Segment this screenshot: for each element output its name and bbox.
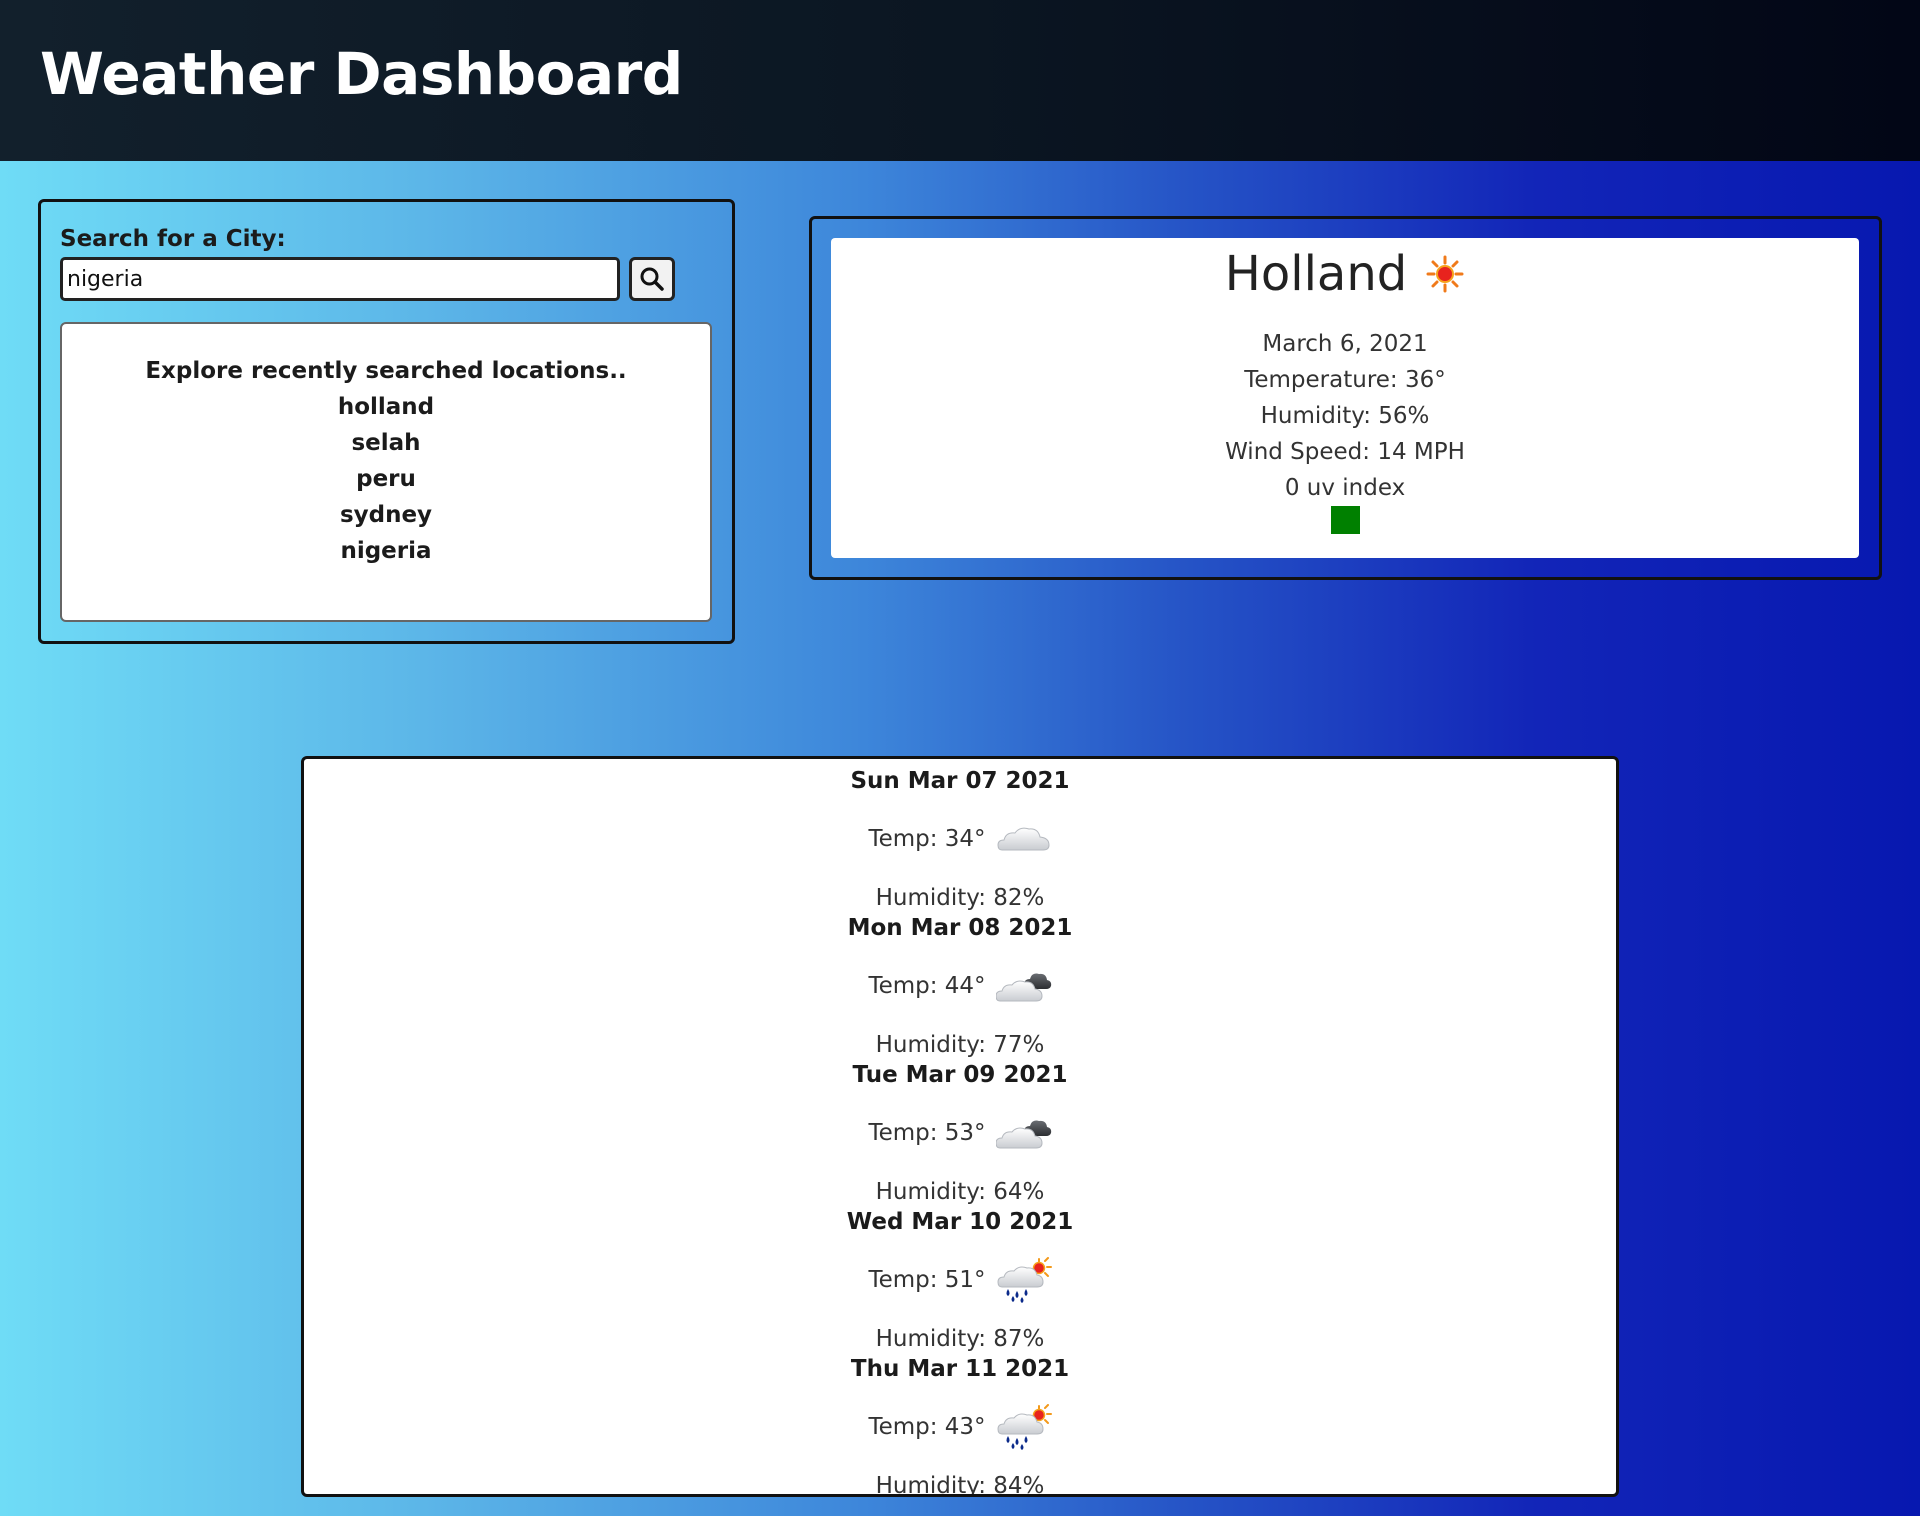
forecast-day: Thu Mar 11 2021 Temp: 43° Humidity: 84% bbox=[304, 1354, 1616, 1497]
forecast-date: Mon Mar 08 2021 bbox=[847, 915, 1073, 941]
current-uv-index: 0 uv index bbox=[1284, 475, 1406, 501]
search-label: Search for a City: bbox=[60, 226, 286, 252]
recent-search-item[interactable]: sydney bbox=[62, 497, 710, 533]
current-weather-card: Holland March 6, 2021 Temperature: 36° H… bbox=[831, 238, 1859, 558]
forecast-humidity: Humidity: 87% bbox=[875, 1326, 1045, 1352]
recent-searches-box: Explore recently searched locations.. ho… bbox=[60, 322, 712, 622]
current-date: March 6, 2021 bbox=[1262, 331, 1428, 357]
forecast-humidity: Humidity: 84% bbox=[875, 1473, 1045, 1497]
forecast-temp: Temp: 53° bbox=[868, 1120, 986, 1146]
overcast-icon bbox=[995, 973, 1051, 1002]
search-input[interactable] bbox=[60, 257, 620, 301]
current-temperature: Temperature: 36° bbox=[1244, 367, 1446, 393]
forecast-temp: Temp: 43° bbox=[868, 1414, 986, 1440]
recent-search-item[interactable]: selah bbox=[62, 425, 710, 461]
search-button[interactable] bbox=[629, 257, 675, 301]
forecast-day: Mon Mar 08 2021 Temp: 44° Humidity: 77% bbox=[304, 913, 1616, 1060]
recent-search-item[interactable]: nigeria bbox=[62, 533, 710, 569]
cloud-icon bbox=[997, 827, 1050, 851]
forecast-day: Sun Mar 07 2021 Temp: 34° Humidity: 82% bbox=[304, 766, 1616, 913]
recent-search-item[interactable]: holland bbox=[62, 389, 710, 425]
sun-icon bbox=[1426, 255, 1464, 293]
forecast-panel: Sun Mar 07 2021 Temp: 34° Humidity: 82% … bbox=[301, 756, 1619, 1497]
forecast-day: Wed Mar 10 2021 Temp: 51° Humidity: 87% bbox=[304, 1207, 1616, 1354]
rain-sun-icon bbox=[997, 1404, 1052, 1450]
city-name: Holland bbox=[1224, 246, 1408, 302]
city-title-row: Holland bbox=[831, 246, 1859, 302]
current-humidity: Humidity: 56% bbox=[1260, 403, 1430, 429]
forecast-date: Sun Mar 07 2021 bbox=[850, 768, 1070, 794]
uv-index-indicator bbox=[1331, 506, 1360, 534]
forecast-date: Wed Mar 10 2021 bbox=[846, 1209, 1074, 1235]
forecast-humidity: Humidity: 64% bbox=[875, 1179, 1045, 1205]
search-icon bbox=[640, 267, 664, 291]
forecast-humidity: Humidity: 82% bbox=[875, 885, 1045, 911]
forecast-day: Tue Mar 09 2021 Temp: 53° Humidity: 64% bbox=[304, 1060, 1616, 1207]
app-header: Weather Dashboard bbox=[0, 0, 1920, 161]
forecast-temp: Temp: 34° bbox=[868, 826, 986, 852]
current-wind-speed: Wind Speed: 14 MPH bbox=[1225, 439, 1465, 465]
forecast-temp: Temp: 51° bbox=[868, 1267, 986, 1293]
rain-sun-icon bbox=[997, 1257, 1052, 1303]
recent-searches-title: Explore recently searched locations.. bbox=[145, 358, 627, 384]
forecast-temp: Temp: 44° bbox=[868, 973, 986, 999]
recent-searches-list: holland selah peru sydney nigeria bbox=[62, 389, 710, 569]
forecast-date: Thu Mar 11 2021 bbox=[850, 1356, 1070, 1382]
recent-search-item[interactable]: peru bbox=[62, 461, 710, 497]
page-title: Weather Dashboard bbox=[40, 40, 683, 108]
forecast-humidity: Humidity: 77% bbox=[875, 1032, 1045, 1058]
current-weather-details: March 6, 2021 Temperature: 36° Humidity:… bbox=[831, 326, 1859, 506]
overcast-icon bbox=[995, 1120, 1051, 1149]
forecast-date: Tue Mar 09 2021 bbox=[852, 1062, 1068, 1088]
